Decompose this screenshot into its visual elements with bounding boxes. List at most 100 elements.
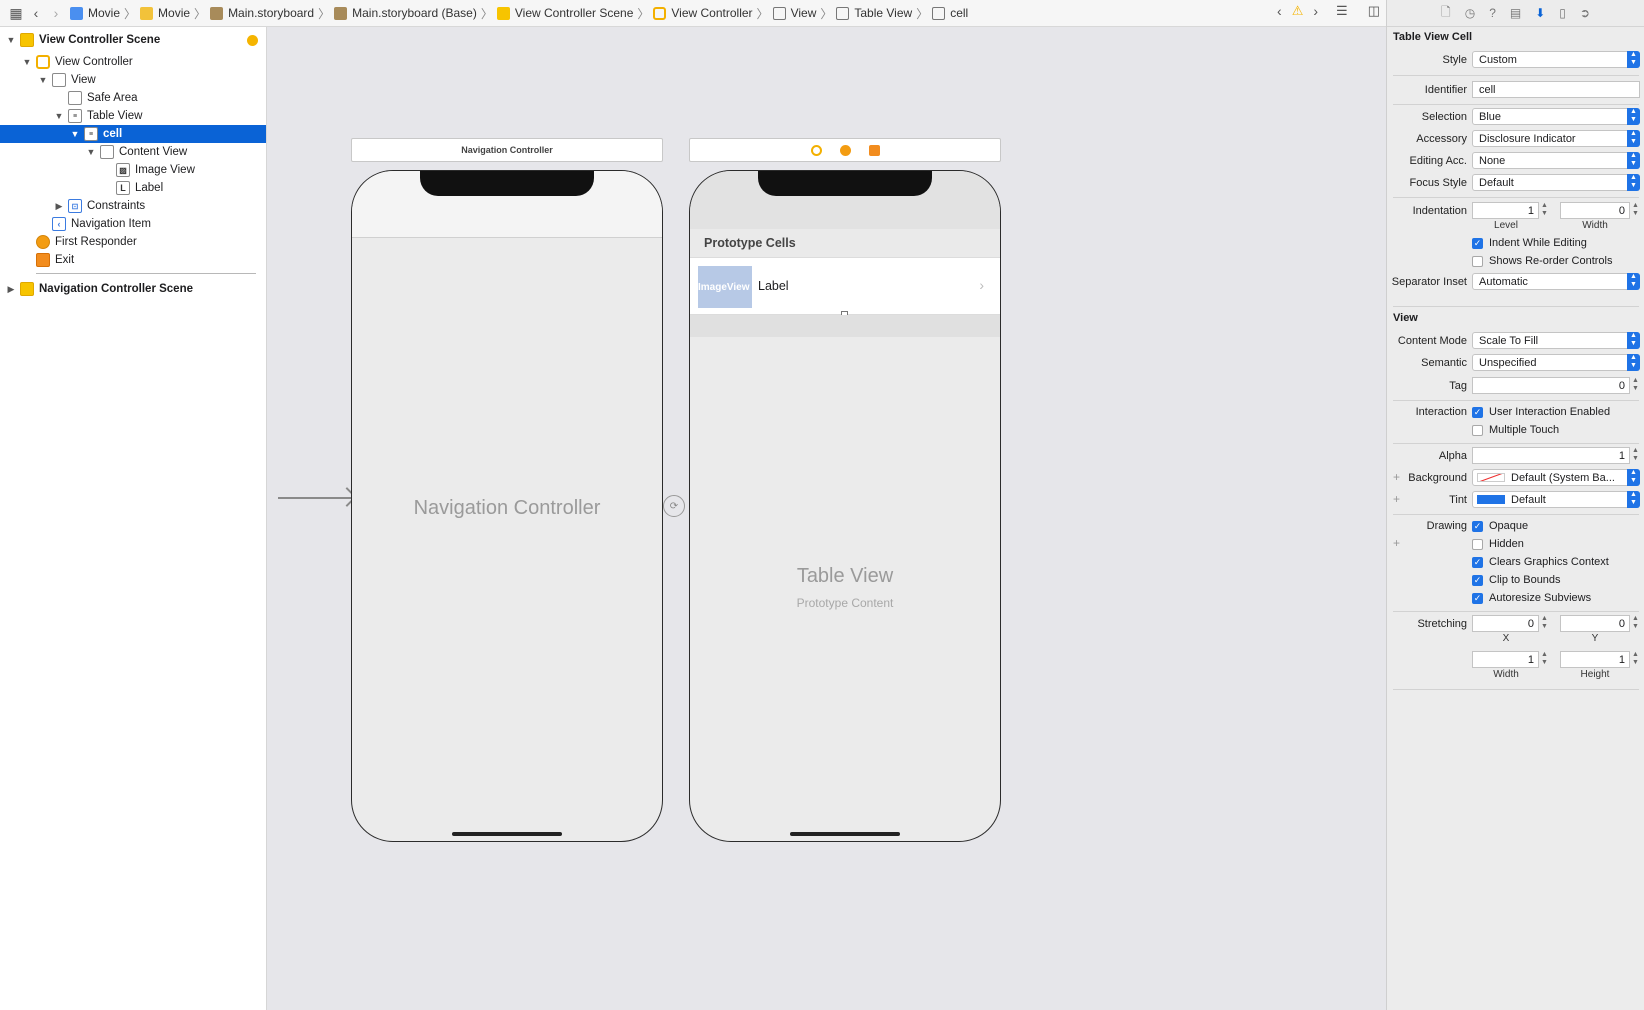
breadcrumb-separator: 〉 — [480, 6, 493, 21]
selection-popup[interactable]: Blue ▲ ▼ — [1472, 108, 1640, 125]
table-view-placeholder-title: Table View — [796, 565, 894, 587]
stretching-width-field[interactable]: 1 — [1472, 651, 1539, 668]
cell-label[interactable]: Label — [758, 279, 789, 293]
alpha-stepper[interactable]: ▲ ▼ — [1631, 447, 1640, 464]
breadcrumb-item[interactable]: Main.storyboard (Base) — [334, 6, 477, 20]
stretching-y-field[interactable]: 0 — [1560, 615, 1630, 632]
indent-while-editing-checkbox[interactable]: ✓ Indent While Editing — [1472, 237, 1587, 249]
identifier-field[interactable]: cell — [1472, 81, 1640, 98]
view-controller-dock-icon[interactable] — [810, 144, 822, 156]
next-issue-icon[interactable]: › — [1313, 3, 1318, 19]
outline-item-label[interactable]: L Label — [0, 179, 266, 197]
identity-inspector-icon[interactable]: ▤ — [1510, 6, 1521, 20]
indentation-level-stepper[interactable]: ▲ ▼ — [1540, 202, 1549, 219]
outline-item-view-controller[interactable]: ▼ View Controller — [0, 53, 266, 71]
related-items-icon[interactable]: ▦ — [6, 3, 26, 23]
breadcrumb-item[interactable]: cell — [932, 6, 968, 20]
disclosure-triangle-icon[interactable]: ▼ — [86, 147, 96, 157]
disclosure-triangle-icon[interactable]: ▼ — [54, 111, 64, 121]
disclosure-triangle-icon[interactable]: ▼ — [38, 75, 48, 85]
history-inspector-icon[interactable]: ◷ — [1465, 6, 1475, 20]
stretching-height-field[interactable]: 1 — [1560, 651, 1630, 668]
opaque-checkbox[interactable]: ✓ Opaque — [1472, 520, 1528, 532]
outline-item-table-view[interactable]: ▼ ≡ Table View — [0, 107, 266, 125]
view-controller-scene-bar[interactable] — [689, 138, 1001, 162]
user-interaction-checkbox[interactable]: ✓ User Interaction Enabled — [1472, 406, 1610, 418]
indentation-level-field[interactable]: 1 — [1472, 202, 1539, 219]
clears-graphics-context-checkbox[interactable]: ✓ Clears Graphics Context — [1472, 556, 1609, 568]
style-popup[interactable]: Custom ▲ ▼ — [1472, 51, 1640, 68]
previous-issue-icon[interactable]: ‹ — [1277, 3, 1282, 19]
alpha-field[interactable]: 1 — [1472, 447, 1630, 464]
outline-item-image-view[interactable]: ▨ Image View — [0, 161, 266, 179]
outline-item-cell[interactable]: ▼ ≡ cell — [0, 125, 266, 143]
storyboard-canvas[interactable]: Navigation Controller Navigation Control… — [268, 27, 1385, 1010]
add-variation-icon[interactable]: + — [1393, 536, 1400, 550]
first-responder-dock-icon[interactable] — [839, 144, 851, 156]
semantic-popup[interactable]: Unspecified ▲ ▼ — [1472, 354, 1640, 371]
breadcrumb-item[interactable]: Movie — [140, 6, 190, 20]
view-controller-phone[interactable]: Prototype Cells ImageView Label › Table … — [689, 170, 1001, 842]
autoresize-subviews-checkbox[interactable]: ✓ Autoresize Subviews — [1472, 592, 1591, 604]
tag-stepper[interactable]: ▲ ▼ — [1631, 377, 1640, 394]
prototype-cell[interactable]: ImageView Label › — [690, 257, 1000, 318]
breadcrumb-item[interactable]: Table View — [836, 6, 912, 20]
add-editor-icon[interactable]: ◫ — [1368, 3, 1380, 19]
indentation-width-field[interactable]: 0 — [1560, 202, 1630, 219]
exit-dock-icon[interactable] — [868, 144, 880, 156]
warning-icon[interactable]: ⚠ — [1292, 3, 1304, 19]
connections-inspector-icon[interactable]: ➲ — [1580, 6, 1590, 20]
tint-popup[interactable]: Default ▲ ▼ — [1472, 491, 1640, 508]
outline-item-safe-area[interactable]: Safe Area — [0, 89, 266, 107]
disclosure-triangle-icon[interactable]: ▶ — [54, 201, 64, 212]
breadcrumb-item[interactable]: View Controller Scene — [496, 6, 633, 20]
stretching-x-field[interactable]: 0 — [1472, 615, 1539, 632]
forward-arrow-icon[interactable]: › — [46, 3, 66, 23]
quick-help-icon[interactable]: ? — [1489, 6, 1496, 20]
disclosure-triangle-icon[interactable]: ▶ — [6, 284, 16, 295]
initial-view-controller-arrow[interactable] — [278, 497, 352, 499]
relationship-segue-icon[interactable]: ⟳ — [663, 495, 685, 517]
content-mode-popup[interactable]: Scale To Fill ▲ ▼ — [1472, 332, 1640, 349]
focus-style-popup[interactable]: Default ▲ ▼ — [1472, 174, 1640, 191]
outline-item-label: View Controller — [55, 56, 133, 68]
breadcrumb-item[interactable]: Main.storyboard — [210, 6, 314, 20]
outline-item-exit[interactable]: Exit — [0, 251, 266, 269]
attributes-inspector-icon[interactable]: ⬇ — [1535, 6, 1545, 20]
outline-item-content-view[interactable]: ▼ Content View — [0, 143, 266, 161]
disclosure-triangle-icon[interactable]: ▼ — [22, 57, 32, 67]
table-cell-icon — [932, 6, 946, 20]
cell-image-view[interactable]: ImageView — [698, 266, 752, 308]
stretching-height-stepper[interactable]: ▲ ▼ — [1631, 651, 1640, 668]
indentation-width-stepper[interactable]: ▲ ▼ — [1631, 202, 1640, 219]
stretching-y-stepper[interactable]: ▲ ▼ — [1631, 615, 1640, 632]
breadcrumb-item[interactable]: Movie — [70, 6, 120, 20]
multiple-touch-checkbox[interactable]: Multiple Touch — [1472, 424, 1559, 436]
outline-item-view[interactable]: ▼ View — [0, 71, 266, 89]
disclosure-triangle-icon[interactable]: ▼ — [6, 35, 16, 45]
shows-reorder-checkbox[interactable]: Shows Re-order Controls — [1472, 255, 1613, 267]
tag-field[interactable]: 0 — [1472, 377, 1630, 394]
document-items-icon[interactable]: ☰ — [1336, 3, 1348, 19]
outline-item-navigation-item[interactable]: ‹ Navigation Item — [0, 215, 266, 233]
outline-item-constraints[interactable]: ▶ ⊡ Constraints — [0, 197, 266, 215]
separator-inset-popup[interactable]: Automatic ▲ ▼ — [1472, 273, 1640, 290]
stretching-width-stepper[interactable]: ▲ ▼ — [1540, 651, 1549, 668]
stretching-x-stepper[interactable]: ▲ ▼ — [1540, 615, 1549, 632]
size-inspector-icon[interactable]: ▯ — [1559, 6, 1566, 20]
navigation-controller-scene-bar[interactable]: Navigation Controller — [351, 138, 663, 162]
outline-item-navigation-controller-scene[interactable]: ▶ Navigation Controller Scene — [0, 280, 266, 298]
breadcrumb-item[interactable]: View — [772, 6, 816, 20]
hidden-checkbox[interactable]: Hidden — [1472, 538, 1524, 550]
clip-to-bounds-checkbox[interactable]: ✓ Clip to Bounds — [1472, 574, 1561, 586]
navigation-controller-phone[interactable]: Navigation Controller — [351, 170, 663, 842]
outline-item-view-controller-scene[interactable]: ▼ View Controller Scene — [0, 31, 266, 49]
back-arrow-icon[interactable]: ‹ — [26, 3, 46, 23]
disclosure-triangle-icon[interactable]: ▼ — [70, 129, 80, 139]
breadcrumb-item[interactable]: View Controller — [653, 6, 753, 20]
accessory-popup[interactable]: Disclosure Indicator ▲ ▼ — [1472, 130, 1640, 147]
background-popup[interactable]: Default (System Ba... ▲ ▼ — [1472, 469, 1640, 486]
outline-item-first-responder[interactable]: First Responder — [0, 233, 266, 251]
file-inspector-icon[interactable]: 🗋 — [1441, 3, 1451, 24]
editing-acc-popup[interactable]: None ▲ ▼ — [1472, 152, 1640, 169]
